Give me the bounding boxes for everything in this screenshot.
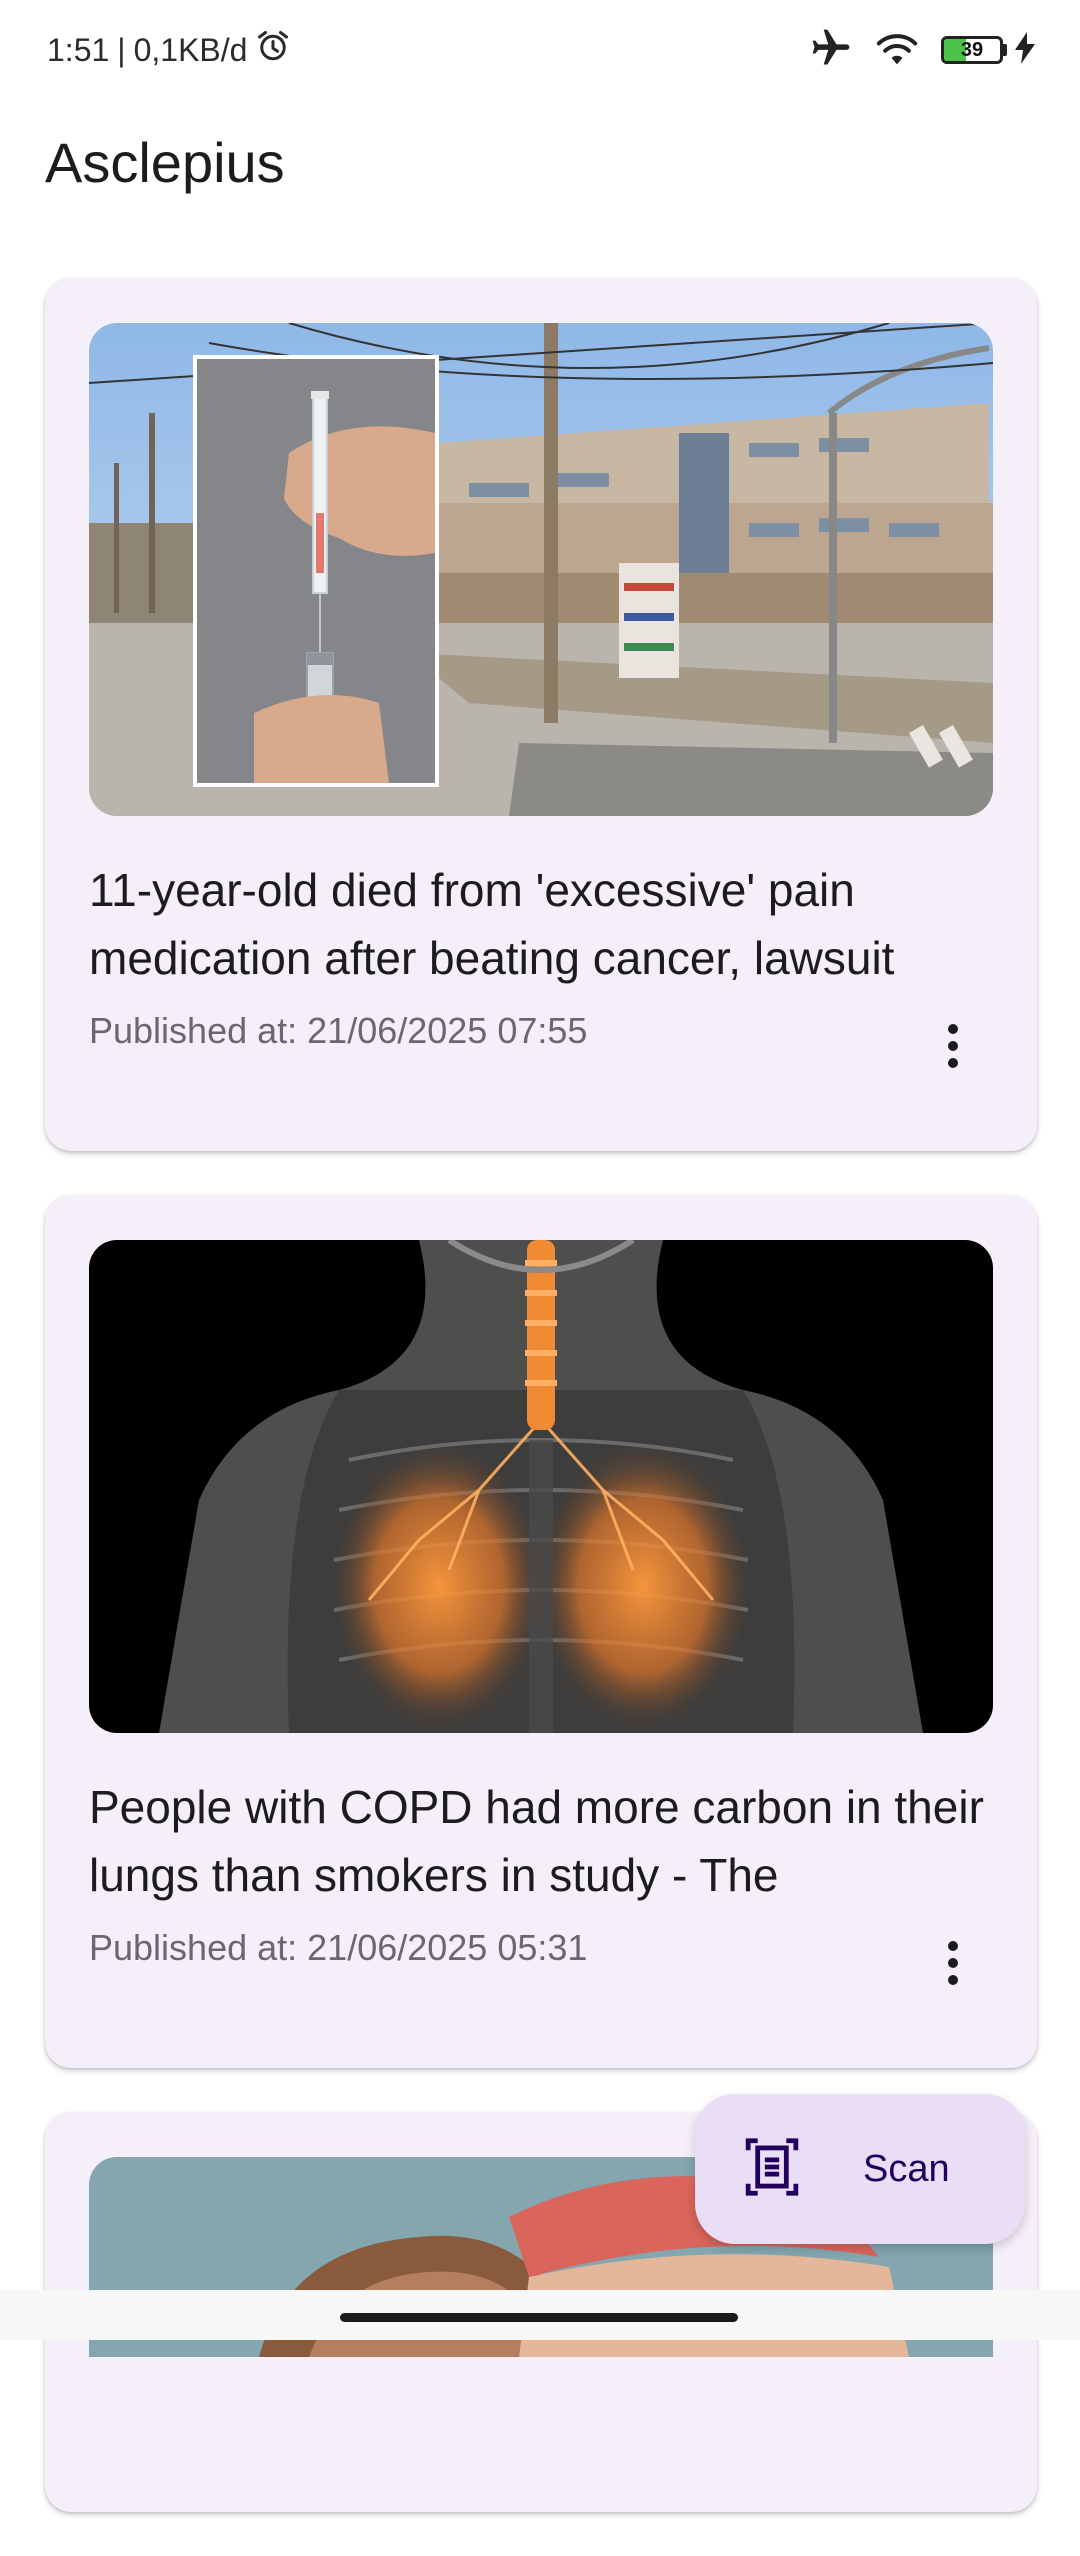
article-image [89,1240,993,1733]
scan-button-label: Scan [863,2147,950,2190]
article-title[interactable]: People with COPD had more carbon in thei… [89,1773,989,1909]
article-published-date: Published at: 21/06/2025 05:31 [89,1927,588,1968]
airplane-icon [809,26,853,75]
status-net-speed: 0,1KB/d [133,31,248,68]
status-left: 1:51 | 0,1KB/d [47,28,291,72]
article-published-date: Published at: 21/06/2025 07:55 [89,1010,588,1051]
more-vert-icon [948,1024,958,1034]
more-vert-icon [948,1958,958,1968]
article-card[interactable]: 11-year-old died from 'excessive' pain m… [45,278,1037,1151]
alarm-icon [255,28,291,72]
article-image [89,323,993,816]
status-bar: 1:51 | 0,1KB/d 39 [0,0,1080,100]
charging-icon [1015,31,1035,69]
more-options-button[interactable] [923,1933,983,1993]
document-scanner-icon [743,2136,801,2203]
more-vert-icon [948,1941,958,1951]
app-title: Asclepius [45,131,285,194]
battery-icon: 39 [941,36,1003,64]
battery-level: 39 [960,38,984,61]
article-meta: Published at: 21/06/2025 07:55 [89,1010,993,1076]
home-gesture-handle[interactable] [340,2313,738,2322]
wifi-icon [875,28,919,73]
article-meta: Published at: 21/06/2025 05:31 [89,1927,993,1993]
more-options-button[interactable] [923,1016,983,1076]
more-vert-icon [948,1058,958,1068]
scan-button[interactable]: Scan [695,2094,1025,2244]
status-time: 1:51 [47,31,110,68]
battery-indicator: 39 [941,36,1007,64]
more-vert-icon [948,1041,958,1051]
status-right: 39 [809,26,1035,75]
battery-cap [1003,44,1007,56]
more-vert-icon [948,1975,958,1985]
status-separator: | [117,31,126,68]
article-title[interactable]: 11-year-old died from 'excessive' pain m… [89,856,989,992]
article-card[interactable]: People with COPD had more carbon in thei… [45,1195,1037,2068]
